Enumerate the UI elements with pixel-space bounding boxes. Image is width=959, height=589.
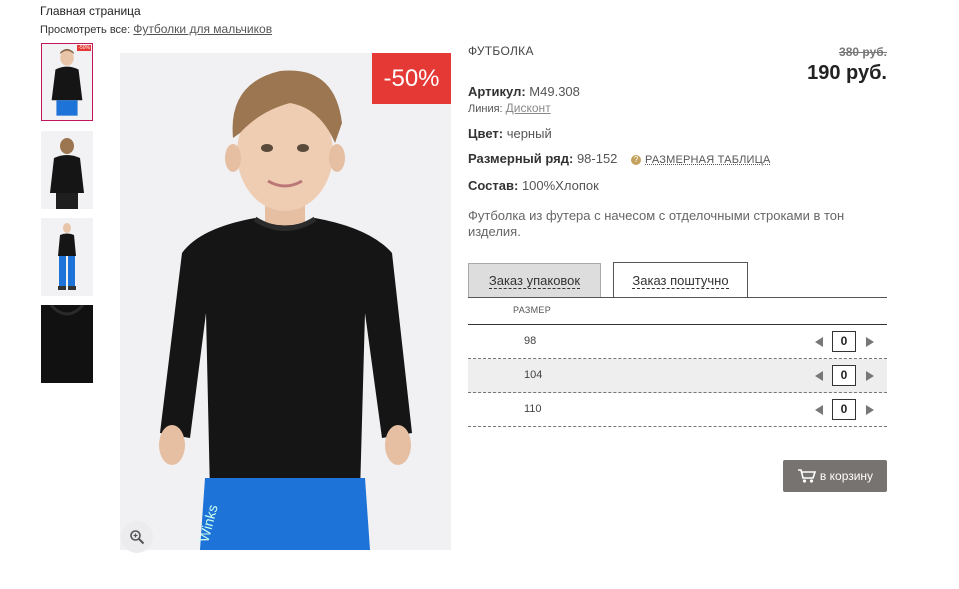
thumbnail-detail-image — [41, 305, 93, 383]
quantity-input[interactable]: 0 — [832, 399, 856, 420]
table-row: 110 0 — [468, 393, 887, 427]
size-column-header: РАЗМЕР — [513, 305, 552, 315]
color-row: Цвет: черный — [468, 126, 552, 141]
thumbnail-discount-badge: -50% — [77, 45, 91, 51]
decrease-arrow-icon[interactable] — [815, 371, 823, 381]
composition-value: 100%Хлопок — [521, 178, 599, 193]
composition-label: Состав: — [468, 178, 519, 193]
view-all-link[interactable]: Футболки для мальчиков — [133, 22, 272, 36]
tab-piece-order[interactable]: Заказ поштучно — [613, 262, 748, 298]
help-icon[interactable]: ? — [631, 154, 642, 165]
decrease-arrow-icon[interactable] — [815, 405, 823, 415]
thumbnail-detail[interactable] — [41, 305, 93, 383]
tab-divider — [468, 297, 887, 298]
breadcrumb-home[interactable]: Главная страница — [40, 4, 141, 18]
color-value: черный — [506, 126, 552, 141]
thumbnail-front[interactable]: -50% — [41, 43, 93, 121]
quantity-input[interactable]: 0 — [832, 365, 856, 386]
zoom-in-icon[interactable] — [121, 521, 153, 553]
thumbnail-full-image — [41, 218, 93, 296]
old-price: 380 руб. — [839, 45, 887, 59]
product-photo: Winks — [120, 53, 451, 550]
line-row: Линия: Дисконт — [468, 101, 551, 115]
table-row: 98 0 — [468, 325, 887, 359]
tab-piece-order-label: Заказ поштучно — [632, 272, 729, 289]
discount-badge: -50% — [372, 53, 451, 104]
product-type: ФУТБОЛКА — [468, 44, 534, 58]
view-all-label: Просмотреть все: — [40, 24, 131, 36]
thumbnail-front-image — [42, 44, 92, 120]
thumbnail-back-image — [41, 131, 93, 209]
product-main-image[interactable]: Winks — [120, 53, 451, 550]
article-row: Артикул: М49.308 — [468, 84, 580, 99]
article-label: Артикул: — [468, 84, 526, 99]
thumbnail-full[interactable] — [41, 218, 93, 296]
add-to-cart-button[interactable]: в корзину — [783, 460, 887, 492]
new-price: 190 руб. — [807, 62, 887, 84]
cart-icon — [797, 469, 817, 483]
increase-arrow-icon[interactable] — [866, 405, 874, 415]
color-label: Цвет: — [468, 126, 504, 141]
size-range-label: Размерный ряд: — [468, 151, 574, 166]
increase-arrow-icon[interactable] — [866, 371, 874, 381]
product-description: Футболка из футера с начесом с отделочны… — [468, 208, 845, 239]
size-value: 98 — [524, 335, 537, 347]
tab-package-order-label: Заказ упаковок — [488, 272, 581, 289]
table-row: 104 0 — [468, 359, 887, 393]
line-label: Линия: — [468, 103, 503, 115]
size-value: 110 — [524, 403, 542, 415]
line-link[interactable]: Дисконт — [506, 101, 551, 115]
quantity-input[interactable]: 0 — [832, 331, 856, 352]
article-value: М49.308 — [529, 84, 580, 99]
size-table-link[interactable]: РАЗМЕРНАЯ ТАБЛИЦА — [645, 154, 771, 166]
tab-package-order[interactable]: Заказ упаковок — [468, 263, 601, 297]
increase-arrow-icon[interactable] — [866, 337, 874, 347]
breadcrumb: Просмотреть все: Футболки для мальчиков — [40, 22, 272, 36]
size-value: 104 — [524, 369, 543, 381]
decrease-arrow-icon[interactable] — [815, 337, 823, 347]
size-range-row: Размерный ряд: 98-152 ? РАЗМЕРНАЯ ТАБЛИЦА — [468, 151, 771, 166]
composition-row: Состав: 100%Хлопок — [468, 178, 599, 193]
add-to-cart-label: в корзину — [819, 469, 874, 483]
thumbnail-back[interactable] — [41, 131, 93, 209]
size-range-value: 98-152 — [576, 151, 618, 166]
